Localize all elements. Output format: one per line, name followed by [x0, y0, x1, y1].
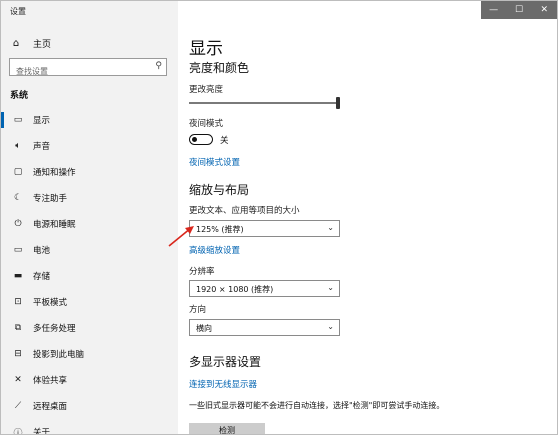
sidebar-item-label: 存储 — [33, 272, 51, 282]
brightness-slider-track[interactable] — [189, 102, 339, 104]
sidebar-item-label: 专注助手 — [33, 194, 68, 204]
sidebar-item-remote[interactable]: ⟋ 远程桌面 — [1, 393, 178, 419]
tablet-icon: ⊡ — [14, 297, 22, 307]
settings-window: 设置 ⌂ 主页 ⚲ 系统 ▭ 显示 🔈︎ 声音 ▢ 通知和操作 ☾ — [0, 0, 558, 435]
annotation-arrow-icon — [168, 226, 194, 247]
sidebar-item-label: 电池 — [33, 246, 51, 256]
scale-dropdown[interactable]: 125% (推荐) ⌄ — [189, 220, 340, 237]
sidebar-item-label: 显示 — [33, 116, 51, 126]
brightness-heading: 亮度和颜色 — [189, 61, 250, 75]
sidebar-item-sound[interactable]: 🔈︎ 声音 — [1, 133, 178, 159]
sidebar-section-label: 系统 — [10, 91, 29, 101]
sidebar-home-label: 主页 — [33, 39, 52, 50]
orientation-value: 横向 — [196, 324, 212, 333]
night-light-label: 夜间模式 — [189, 119, 224, 129]
remote-icon: ⟋ — [14, 401, 22, 411]
sidebar-item-about[interactable]: ⓘ 关于 — [1, 419, 178, 435]
sidebar-item-tablet[interactable]: ⊡ 平板模式 — [1, 289, 178, 315]
sidebar-nav: ▭ 显示 🔈︎ 声音 ▢ 通知和操作 ☾ 专注助手 ⏻ 电源和睡眠 ▭ 电池 ▬… — [1, 107, 178, 435]
resolution-dropdown[interactable]: 1920 × 1080 (推荐) ⌄ — [189, 280, 340, 297]
sidebar-home[interactable]: ⌂ 主页 — [9, 35, 51, 51]
sidebar-item-display[interactable]: ▭ 显示 — [1, 107, 178, 133]
multitask-icon: ⧉ — [14, 323, 22, 333]
orientation-label: 方向 — [189, 305, 207, 315]
orientation-dropdown[interactable]: 横向 ⌄ — [189, 319, 340, 336]
resolution-value: 1920 × 1080 (推荐) — [196, 285, 274, 294]
sidebar-item-label: 多任务处理 — [33, 324, 76, 334]
multi-display-note: 一些旧式显示器可能不会进行自动连接，选择"检测"即可尝试手动连接。 — [189, 401, 445, 410]
sidebar-item-notifications[interactable]: ▢ 通知和操作 — [1, 159, 178, 185]
sidebar-item-battery[interactable]: ▭ 电池 — [1, 237, 178, 263]
sidebar-item-power[interactable]: ⏻ 电源和睡眠 — [1, 211, 178, 237]
power-icon: ⏻ — [14, 219, 22, 229]
sidebar-item-focus[interactable]: ☾ 专注助手 — [1, 185, 178, 211]
scale-label: 更改文本、应用等项目的大小 — [189, 206, 300, 216]
close-button[interactable]: ✕ — [532, 1, 557, 19]
storage-icon: ▬ — [13, 271, 23, 281]
page-title: 显示 — [189, 39, 223, 59]
window-controls: — ☐ ✕ — [481, 1, 557, 19]
detect-button[interactable]: 检测 — [189, 423, 265, 434]
display-icon: ▭ — [13, 115, 23, 125]
info-icon: ⓘ — [13, 428, 23, 435]
sidebar-item-project[interactable]: ⊟ 投影到此电脑 — [1, 341, 178, 367]
multi-display-heading: 多显示器设置 — [189, 355, 262, 369]
night-light-state: 关 — [220, 136, 229, 146]
sidebar-item-label: 关于 — [33, 428, 51, 435]
brightness-slider-thumb[interactable] — [336, 97, 340, 109]
toggle-knob — [192, 136, 197, 142]
maximize-button[interactable]: ☐ — [506, 1, 531, 19]
sidebar-item-label: 平板模式 — [33, 298, 68, 308]
wireless-display-link[interactable]: 连接到无线显示器 — [189, 378, 257, 390]
display-settings-panel: 显示 亮度和颜色 更改亮度 夜间模式 关 夜间模式设置 缩放与布局 更改文本、应… — [178, 1, 557, 434]
brightness-label: 更改亮度 — [189, 85, 224, 95]
scale-layout-heading: 缩放与布局 — [189, 183, 250, 197]
advanced-scaling-link[interactable]: 高级缩放设置 — [189, 244, 240, 256]
home-icon: ⌂ — [12, 37, 20, 49]
app-title: 设置 — [10, 7, 26, 16]
night-light-toggle[interactable] — [189, 134, 213, 145]
battery-icon: ▭ — [13, 245, 23, 255]
search-box[interactable]: ⚲ — [9, 58, 167, 80]
sidebar-item-multitask[interactable]: ⧉ 多任务处理 — [1, 315, 178, 341]
search-icon[interactable]: ⚲ — [155, 61, 162, 71]
sidebar: 设置 ⌂ 主页 ⚲ 系统 ▭ 显示 🔈︎ 声音 ▢ 通知和操作 ☾ — [1, 1, 178, 434]
sidebar-item-label: 投影到此电脑 — [33, 350, 85, 360]
sidebar-item-storage[interactable]: ▬ 存储 — [1, 263, 178, 289]
sidebar-item-label: 电源和睡眠 — [33, 220, 76, 230]
sidebar-item-label: 远程桌面 — [33, 402, 68, 412]
resolution-label: 分辨率 — [189, 267, 215, 277]
chevron-down-icon: ⌄ — [327, 223, 334, 232]
scale-value: 125% (推荐) — [196, 225, 244, 234]
chevron-down-icon: ⌄ — [327, 283, 334, 292]
sidebar-item-label: 体验共享 — [33, 376, 68, 386]
speaker-icon: 🔈︎ — [15, 141, 21, 151]
notification-icon: ▢ — [13, 167, 23, 177]
project-icon: ⊟ — [14, 349, 22, 359]
sidebar-item-label: 声音 — [33, 142, 51, 152]
night-light-settings-link[interactable]: 夜间模式设置 — [189, 156, 240, 168]
share-icon: ✕ — [14, 375, 22, 385]
sidebar-item-label: 通知和操作 — [33, 168, 76, 178]
search-input[interactable] — [10, 63, 146, 80]
minimize-button[interactable]: — — [481, 1, 506, 19]
moon-icon: ☾ — [13, 193, 23, 203]
sidebar-item-share[interactable]: ✕ 体验共享 — [1, 367, 178, 393]
chevron-down-icon: ⌄ — [327, 322, 334, 331]
